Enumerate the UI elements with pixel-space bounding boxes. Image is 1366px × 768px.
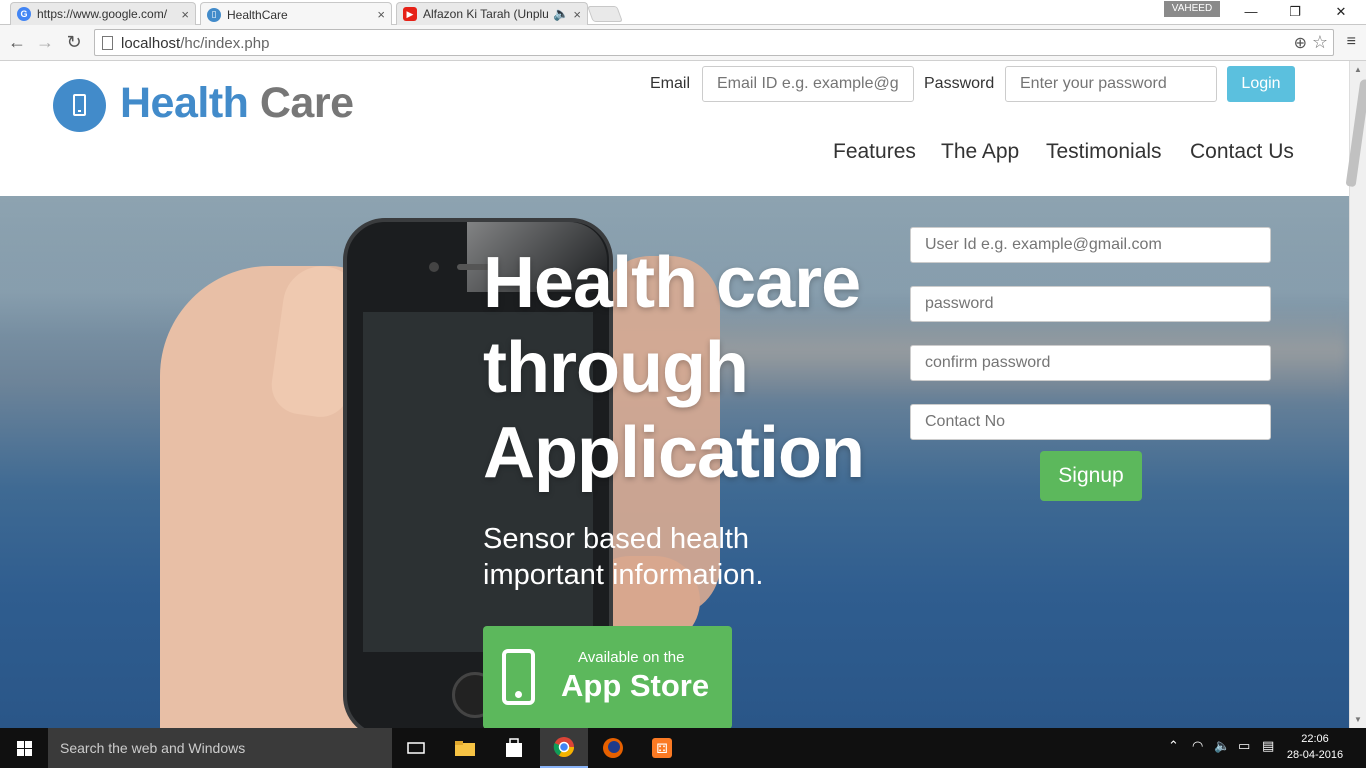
google-icon: G	[17, 7, 31, 21]
hero-section: Health care through Application Sensor b…	[0, 196, 1349, 728]
forward-icon[interactable]: →	[34, 31, 56, 53]
tab-strip: G https://www.google.com/ × ▯ HealthCare…	[0, 0, 1366, 26]
bookmark-star-icon[interactable]: ☆	[1312, 32, 1328, 53]
menu-icon[interactable]: ≡	[1347, 33, 1356, 51]
minimize-button[interactable]: —	[1228, 2, 1274, 22]
tab-title: Alfazon Ki Tarah (Unplu	[423, 7, 549, 21]
close-icon[interactable]: ×	[181, 7, 189, 22]
task-view-icon[interactable]	[392, 728, 440, 768]
hero-subline: Sensor based health important informatio…	[483, 523, 764, 591]
windows-taskbar: Search the web and Windows ⚃ ⌃ ◠ 🔈 ▭ ▤ 2…	[0, 728, 1366, 768]
wifi-icon[interactable]: ◠	[1192, 738, 1203, 754]
tray-chevron-icon[interactable]: ⌃	[1168, 738, 1179, 754]
maximize-button[interactable]: ❐	[1272, 2, 1318, 22]
hero-headline: Health care through Application	[483, 243, 865, 493]
signup-confirm-password-input[interactable]	[910, 345, 1271, 381]
login-password-input[interactable]	[1005, 66, 1217, 102]
store-icon[interactable]	[490, 728, 538, 768]
chrome-icon[interactable]	[540, 728, 588, 768]
svg-text:⚃: ⚃	[656, 742, 667, 757]
logo-phone-icon[interactable]	[53, 79, 106, 132]
zoom-icon[interactable]: ⊕	[1294, 33, 1307, 53]
url-path: /hc/index.php	[180, 35, 270, 52]
nav-features[interactable]: Features	[833, 140, 916, 164]
youtube-icon: ▶	[403, 7, 417, 21]
appstore-small-text: Available on the	[578, 649, 685, 666]
nav-contact-us[interactable]: Contact Us	[1190, 140, 1294, 164]
page-icon	[102, 36, 113, 50]
login-email-input[interactable]	[702, 66, 914, 102]
signup-contact-input[interactable]	[910, 404, 1271, 440]
tab-title: HealthCare	[227, 7, 288, 22]
appstore-big-text: App Store	[561, 668, 710, 703]
brand-first: Health	[120, 79, 249, 127]
page-scrollbar[interactable]: ▲ ▼	[1345, 61, 1366, 728]
nav-testimonials[interactable]: Testimonials	[1046, 140, 1162, 164]
audio-icon[interactable]: 🔈	[553, 6, 569, 22]
new-tab-button[interactable]	[587, 6, 623, 22]
page-viewport: Health Care Email Password Login Feature…	[0, 61, 1366, 728]
xampp-icon[interactable]: ⚃	[638, 728, 686, 768]
clock-time: 22:06	[1301, 733, 1329, 745]
battery-icon[interactable]: ▭	[1238, 738, 1250, 754]
nav-the-app[interactable]: The App	[941, 140, 1019, 164]
signup-password-input[interactable]	[910, 286, 1271, 322]
tab-youtube[interactable]: ▶ Alfazon Ki Tarah (Unplu 🔈 ×	[396, 2, 588, 25]
taskbar-clock[interactable]: 22:06 28-04-2016	[1280, 731, 1350, 763]
signup-button[interactable]: Signup	[1040, 451, 1142, 501]
file-explorer-icon[interactable]	[441, 728, 489, 768]
notifications-icon[interactable]: ▤	[1262, 738, 1274, 754]
close-icon[interactable]: ×	[573, 7, 581, 22]
clock-date: 28-04-2016	[1286, 749, 1344, 761]
email-label: Email	[650, 75, 691, 92]
brand-logo[interactable]: Health Care	[120, 79, 354, 128]
password-label: Password	[924, 75, 995, 92]
healthcare-icon: ▯	[207, 7, 221, 22]
profile-badge[interactable]: VAHEED	[1164, 1, 1220, 17]
scroll-down-icon[interactable]: ▼	[1354, 715, 1362, 724]
scroll-up-icon[interactable]: ▲	[1354, 65, 1362, 74]
signup-userid-input[interactable]	[910, 227, 1271, 263]
firefox-icon[interactable]	[589, 728, 637, 768]
app-store-button[interactable]: Available on the App Store	[483, 626, 732, 728]
tab-healthcare[interactable]: ▯ HealthCare ×	[200, 2, 392, 26]
browser-toolbar: ← → ↻ localhost/hc/index.php ⊕ ☆ ≡	[0, 25, 1366, 61]
login-button[interactable]: Login	[1227, 66, 1295, 102]
tab-google[interactable]: G https://www.google.com/ ×	[10, 2, 196, 25]
scrollbar-thumb[interactable]	[1345, 78, 1366, 188]
brand-second: Care	[259, 79, 354, 127]
address-bar[interactable]: localhost/hc/index.php ⊕ ☆	[94, 29, 1334, 56]
phone-icon	[502, 649, 535, 705]
close-icon[interactable]: ×	[377, 7, 385, 22]
site-header: Health Care Email Password Login Feature…	[0, 61, 1349, 196]
windows-start-icon[interactable]	[0, 728, 48, 768]
url-text[interactable]: localhost/hc/index.php	[121, 35, 269, 52]
reload-icon[interactable]: ↻	[63, 31, 85, 53]
url-host: localhost	[121, 35, 181, 52]
back-icon[interactable]: ←	[6, 31, 28, 53]
tab-title: https://www.google.com/	[37, 7, 168, 21]
taskbar-search[interactable]: Search the web and Windows	[48, 728, 392, 768]
close-window-button[interactable]: ✕	[1318, 2, 1364, 22]
volume-icon[interactable]: 🔈	[1214, 738, 1230, 754]
